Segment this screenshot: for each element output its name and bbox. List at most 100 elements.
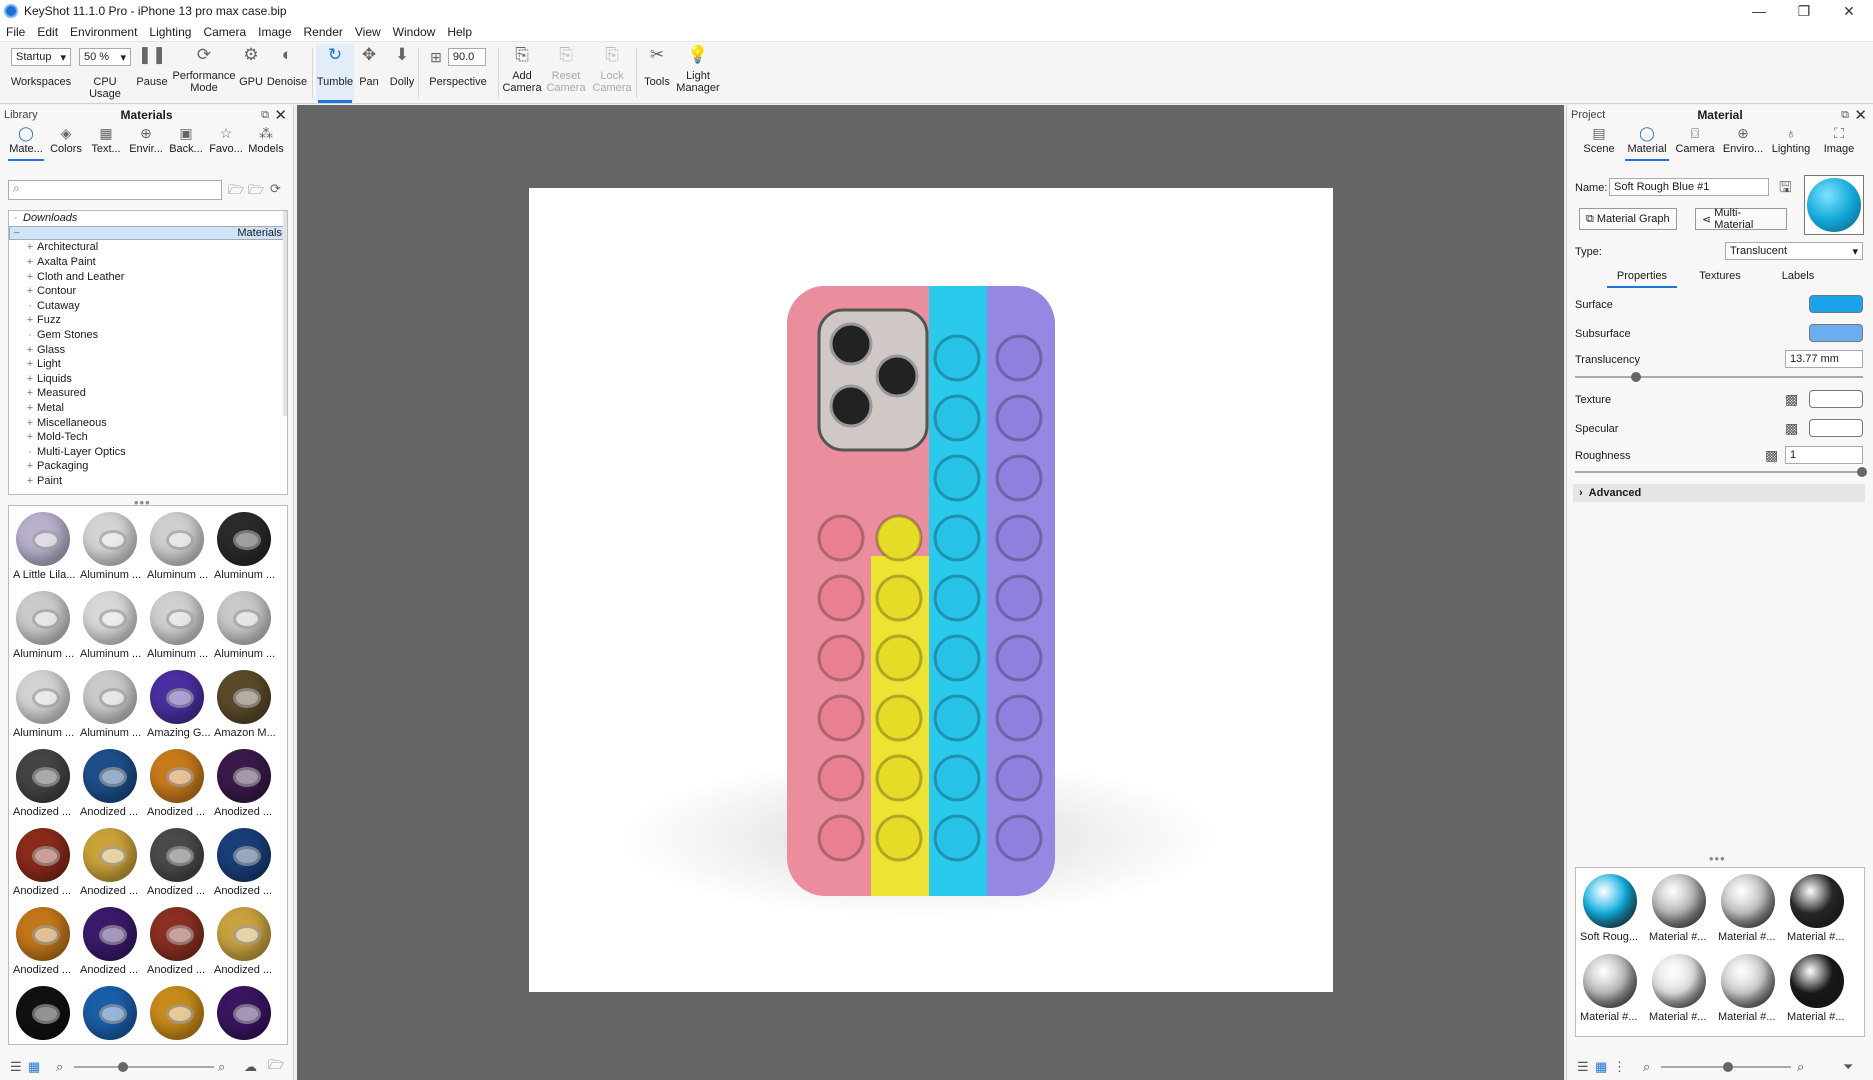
refresh-icon[interactable]: ⟳	[270, 181, 281, 197]
grid-view-icon[interactable]: ▦	[28, 1059, 40, 1075]
tab-favorites[interactable]: ☆ Favo...	[206, 125, 246, 161]
material-thumbnail[interactable]: Anodized ...	[212, 901, 278, 979]
grid-view-icon[interactable]: ▦	[1595, 1059, 1607, 1075]
material-thumbnail[interactable]: Aluminum ...	[212, 506, 278, 584]
cloud-upload-icon[interactable]: ☁	[244, 1059, 257, 1075]
restore-icon[interactable]: ❐	[1781, 0, 1827, 22]
tree-item[interactable]: + Liquids	[9, 372, 287, 387]
tree-item[interactable]: · Downloads	[9, 211, 287, 226]
denoise-button[interactable]: ◐ Denoise	[266, 44, 308, 102]
fov-input[interactable]: 90.0	[447, 48, 486, 66]
tree-item[interactable]: · Gem Stones	[9, 328, 287, 343]
expand-icon[interactable]: +	[23, 402, 37, 414]
tree-item[interactable]: + Glass	[9, 342, 287, 357]
realtime-viewport[interactable]	[297, 105, 1564, 1080]
tree-view-icon[interactable]: ⋮	[1613, 1059, 1626, 1075]
menu-environment[interactable]: Environment	[64, 25, 143, 39]
project-material-thumbnail[interactable]: Material #...	[1785, 868, 1851, 946]
material-thumbnail[interactable]: Anodized ...	[11, 743, 77, 821]
collapse-icon[interactable]: −	[10, 227, 24, 239]
project-material-thumbnail[interactable]: Material #...	[1578, 948, 1644, 1026]
tree-item[interactable]: + Packaging	[9, 459, 287, 474]
filter-icon[interactable]: ⏷	[1843, 1059, 1853, 1075]
tab-models[interactable]: ⁂ Models	[246, 125, 286, 161]
project-material-thumbnail[interactable]: Material #...	[1647, 948, 1713, 1026]
zoom-out-icon[interactable]: ⌕	[1643, 1059, 1650, 1075]
menu-render[interactable]: Render	[298, 25, 349, 39]
cpu-usage-control[interactable]: 50 % ▾ CPU Usage	[78, 44, 132, 102]
tab-camera[interactable]: ⌼ Camera	[1671, 125, 1719, 161]
project-material-thumbnail[interactable]: Material #...	[1716, 868, 1782, 946]
list-view-icon[interactable]: ☰	[1577, 1059, 1589, 1075]
material-thumbnail[interactable]: Amazon M...	[212, 664, 278, 742]
surface-color-swatch[interactable]	[1809, 295, 1863, 313]
menu-camera[interactable]: Camera	[197, 25, 252, 39]
save-icon[interactable]: 🖫	[1779, 177, 1792, 202]
expand-icon[interactable]: +	[23, 373, 37, 385]
performance-mode-button[interactable]: ⟳ Performance Mode	[172, 44, 236, 102]
material-thumbnail[interactable]: A Little Lila...	[11, 506, 77, 584]
workspace-select[interactable]: Startup ▾	[11, 48, 71, 66]
expand-icon[interactable]: +	[23, 460, 37, 472]
tree-item[interactable]: + Cloth and Leather	[9, 269, 287, 284]
menu-image[interactable]: Image	[252, 25, 297, 39]
expand-icon[interactable]: +	[23, 431, 37, 443]
folder-import-icon[interactable]: 🗁	[248, 181, 264, 203]
expand-icon[interactable]: +	[23, 271, 37, 283]
tree-item[interactable]: + Paint	[9, 474, 287, 489]
expand-icon[interactable]: +	[23, 241, 37, 253]
menu-edit[interactable]: Edit	[31, 25, 64, 39]
tab-lighting[interactable]: ♁ Lighting	[1767, 125, 1815, 161]
tree-item[interactable]: · Cutaway	[9, 299, 287, 314]
minimize-icon[interactable]: —	[1736, 0, 1782, 22]
material-thumbnail[interactable]: Anodized ...	[78, 743, 144, 821]
expand-icon[interactable]: +	[23, 417, 37, 429]
pan-button[interactable]: ✥ Pan	[356, 44, 382, 102]
tree-item[interactable]: + Metal	[9, 401, 287, 416]
tab-textures[interactable]: ▦ Text...	[86, 125, 126, 161]
cpu-usage-select[interactable]: 50 % ▾	[79, 48, 131, 66]
close-panel-icon[interactable]: ✕	[1854, 106, 1867, 124]
menu-window[interactable]: Window	[387, 25, 442, 39]
expand-icon[interactable]: +	[23, 256, 37, 268]
menu-view[interactable]: View	[349, 25, 387, 39]
material-thumbnail[interactable]: Anodized ...	[11, 901, 77, 979]
tree-item[interactable]: − Materials	[9, 225, 287, 241]
light-manager-button[interactable]: 💡 Light Manager	[676, 44, 720, 102]
texture-checker-icon[interactable]: ▩	[1785, 391, 1798, 408]
tree-item[interactable]: + Measured	[9, 386, 287, 401]
menu-file[interactable]: File	[0, 25, 31, 39]
material-thumbnail[interactable]: Anodized ...	[212, 743, 278, 821]
roughness-texture-icon[interactable]: ▩	[1765, 447, 1778, 464]
material-graph-button[interactable]: ⧉ Material Graph	[1579, 208, 1677, 230]
expand-icon[interactable]: +	[23, 285, 37, 297]
tumble-button[interactable]: ↻ Tumble	[316, 44, 354, 103]
tab-environment[interactable]: ⊕ Enviro...	[1719, 125, 1767, 161]
project-thumbnail-size-slider[interactable]	[1661, 1062, 1791, 1072]
tab-image[interactable]: ⛶ Image	[1815, 125, 1863, 161]
list-view-icon[interactable]: ☰	[10, 1059, 22, 1075]
gpu-button[interactable]: ⚙ GPU	[238, 44, 264, 102]
dolly-button[interactable]: ⬇ Dolly	[384, 44, 420, 102]
material-thumbnail[interactable]	[212, 980, 278, 1044]
menu-help[interactable]: Help	[441, 25, 478, 39]
reset-camera-button[interactable]: ⎘ Reset Camera	[546, 44, 586, 102]
tree-item[interactable]: + Architectural	[9, 240, 287, 255]
material-thumbnail[interactable]	[145, 980, 211, 1044]
subsurface-color-swatch[interactable]	[1809, 324, 1863, 342]
material-name-input[interactable]: Soft Rough Blue #1	[1609, 178, 1769, 196]
project-material-thumbnail[interactable]: Material #...	[1647, 868, 1713, 946]
tree-scrollbar[interactable]	[283, 211, 287, 416]
lock-camera-button[interactable]: ⎘ Lock Camera	[592, 44, 632, 102]
material-thumbnail[interactable]: Aluminum ...	[78, 585, 144, 663]
material-thumbnail[interactable]: Anodized ...	[145, 901, 211, 979]
roughness-slider[interactable]	[1575, 467, 1867, 477]
specular-slot[interactable]	[1809, 419, 1863, 437]
translucency-slider[interactable]	[1575, 372, 1863, 382]
material-thumbnail[interactable]: Aluminum ...	[145, 585, 211, 663]
subtab-textures[interactable]: Textures	[1685, 270, 1755, 282]
close-panel-icon[interactable]: ✕	[274, 106, 287, 124]
material-thumbnail[interactable]: Anodized ...	[78, 822, 144, 900]
subtab-properties[interactable]: Properties	[1607, 270, 1677, 288]
zoom-in-icon[interactable]: ⌕	[218, 1059, 225, 1075]
